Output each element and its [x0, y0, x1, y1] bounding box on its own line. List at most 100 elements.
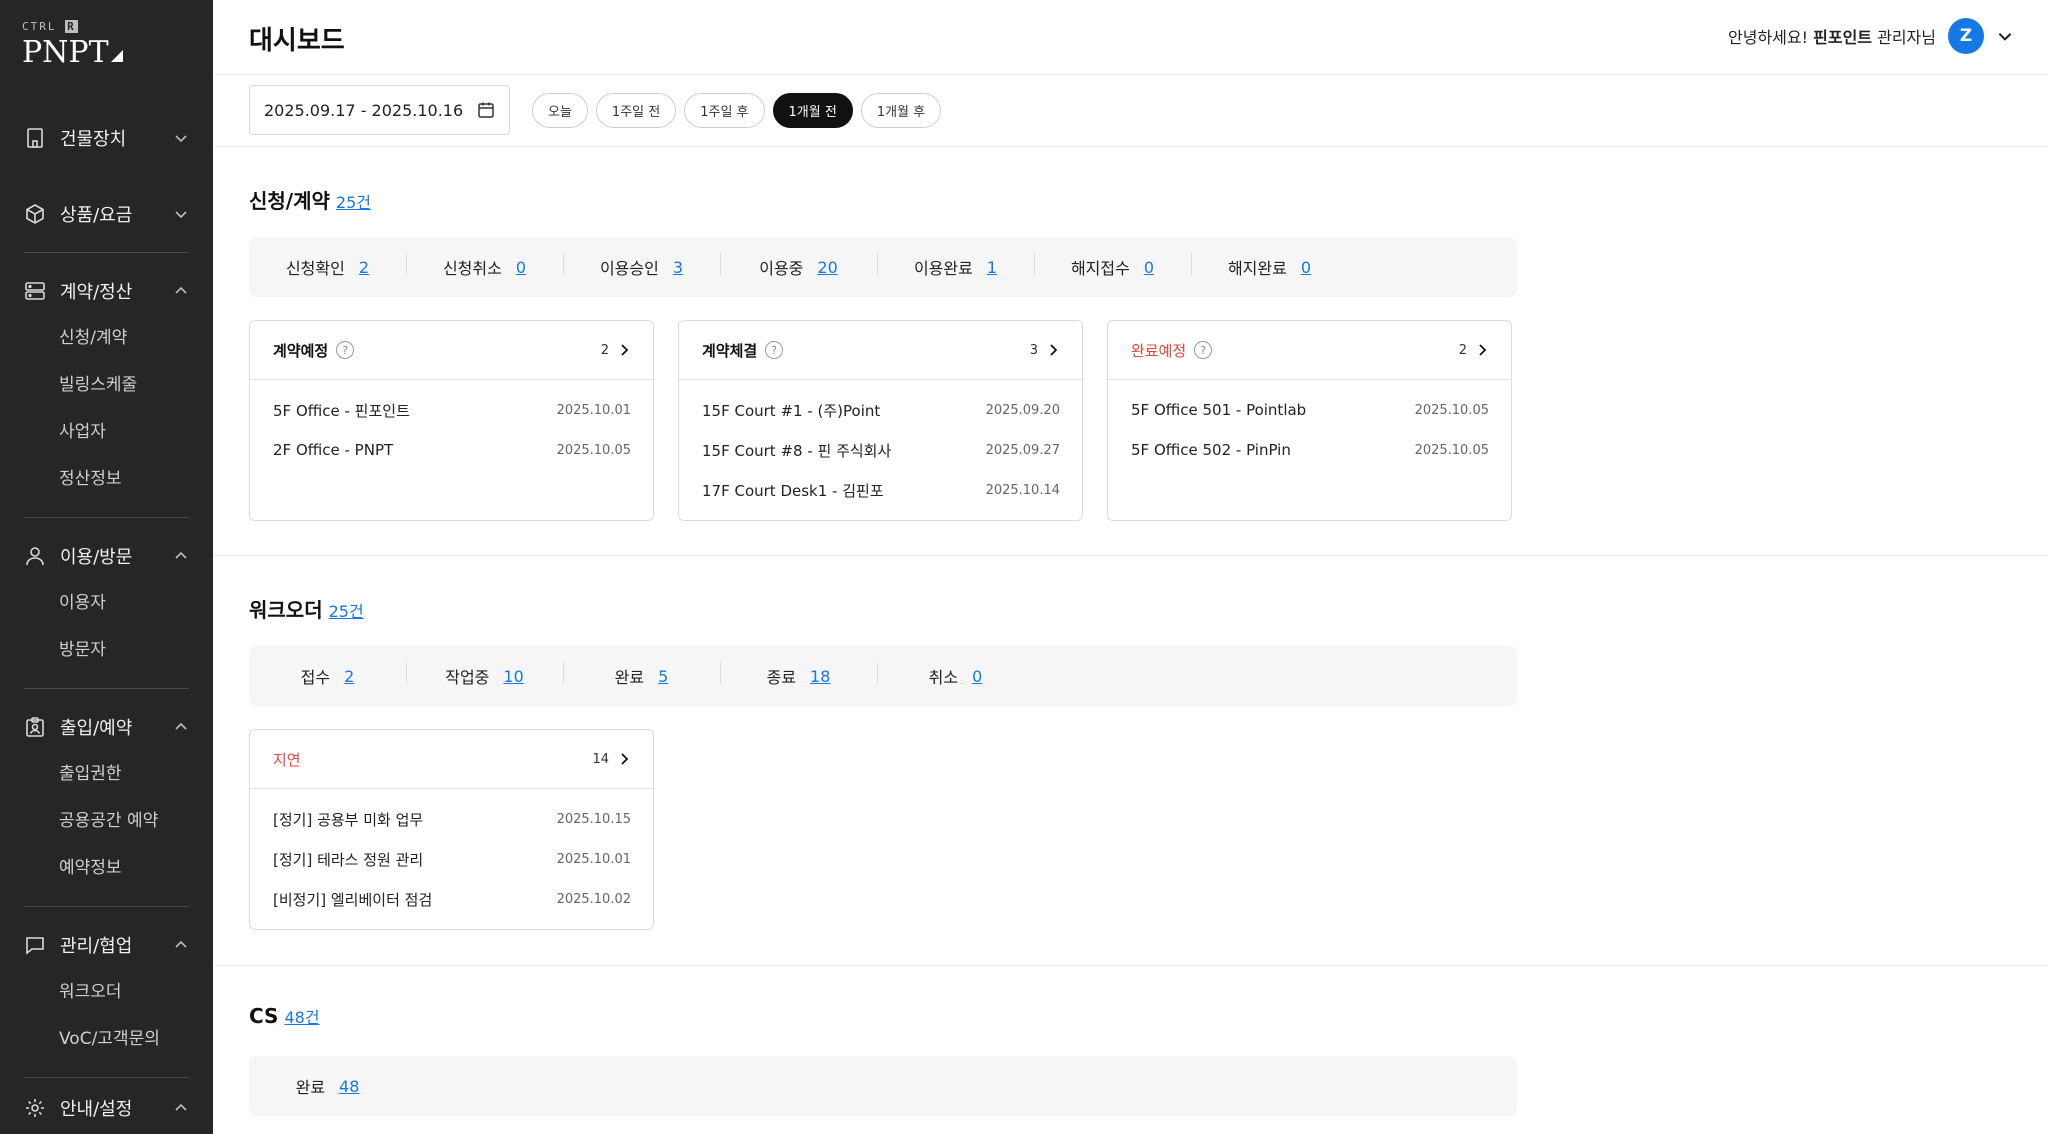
cs-stats: 완료 48 [249, 1056, 1517, 1116]
chip-today[interactable]: 오늘 [532, 93, 588, 128]
workorder-stats: 접수 2 작업중 10 완료 5 종료 18 취소 0 [249, 646, 1517, 706]
sidebar: CTRL R PNPT 건물장치 상품/요금 계약/정산 신청/계약 빌링스케줄… [0, 0, 213, 1134]
card-completion-scheduled: 완료예정 ? 2 5F Office 501 - Pointlab 2025.10… [1107, 320, 1512, 521]
sidebar-item-reservation-info[interactable]: 예약정보 [0, 845, 213, 892]
card-header[interactable]: 계약예정 ? 2 [250, 321, 653, 380]
avatar[interactable]: Z [1948, 18, 1984, 54]
stat-value-link[interactable]: 10 [503, 667, 523, 686]
card-header[interactable]: 지연 14 [250, 730, 653, 789]
stat-value-link[interactable]: 1 [987, 258, 997, 277]
building-icon [22, 125, 48, 151]
nav-label: 출입/예약 [60, 718, 133, 739]
stat-value-link[interactable]: 2 [359, 258, 369, 277]
chip-1month-before[interactable]: 1개월 전 [772, 93, 853, 128]
section-contracts: 신청/계약 25건 신청확인 2 신청취소 0 이용승인 3 이용중 20 이용완료 1 해… [213, 147, 2048, 555]
chip-1week-after[interactable]: 1주일 후 [684, 93, 765, 128]
nav-group-usage: 이용/방문 이용자 방문자 [0, 518, 213, 688]
top-header: 대시보드 안녕하세요! 핀포인트 관리자님 Z [213, 0, 2048, 75]
stat-item: 이용중 20 [720, 253, 877, 279]
sidebar-item-users[interactable]: 이용자 [0, 580, 213, 627]
date-range-picker[interactable]: 2025.09.17 - 2025.10.16 [249, 85, 510, 135]
brand-main: PNPT [22, 35, 123, 70]
sidebar-item-business[interactable]: 사업자 [0, 409, 213, 456]
help-icon[interactable]: ? [765, 341, 784, 359]
chevron-right-icon [621, 753, 629, 765]
stat-value-link[interactable]: 0 [1144, 258, 1154, 277]
stat-item: 신청확인 2 [285, 257, 370, 279]
stat-value-link[interactable]: 18 [810, 667, 830, 686]
brand-logo[interactable]: CTRL R PNPT [22, 20, 123, 70]
nav-head-product[interactable]: 상품/요금 [0, 176, 213, 252]
stat-item: 이용완료 1 [877, 253, 1034, 279]
sidebar-item-settlement[interactable]: 정산정보 [0, 456, 213, 503]
card-count: 2 [600, 342, 609, 358]
sidebar-item-space-reservation[interactable]: 공용공간 예약 [0, 798, 213, 845]
stat-item: 완료 5 [563, 662, 720, 688]
section-count-link[interactable]: 48건 [284, 1004, 319, 1028]
user-name: 핀포인트 [1813, 28, 1873, 47]
stat-item: 작업중 10 [406, 662, 563, 688]
list-item[interactable]: 17F Court Desk1 - 김핀포 2025.10.14 [702, 470, 1060, 510]
card-count: 14 [592, 751, 609, 767]
help-icon[interactable]: ? [1194, 341, 1213, 359]
card-title: 계약체결 [702, 341, 758, 360]
stat-value-link[interactable]: 0 [516, 258, 526, 277]
sidebar-item-voc[interactable]: VoC/고객문의 [0, 1016, 213, 1063]
chip-1month-after[interactable]: 1개월 후 [860, 93, 942, 128]
gear-icon [22, 1095, 48, 1121]
list-item[interactable]: 5F Office 501 - Pointlab 2025.10.05 [1131, 390, 1489, 430]
stat-item: 해지접수 0 [1034, 253, 1191, 279]
list-item[interactable]: [비정기] 엘리베이터 점검 2025.10.02 [273, 879, 631, 919]
stat-item: 접수 2 [300, 666, 355, 688]
list-item[interactable]: [정기] 테라스 정원 관리 2025.10.01 [273, 839, 631, 879]
greeting: 안녕하세요! 핀포인트 관리자님 [1728, 28, 1936, 47]
nav-label: 이용/방문 [60, 547, 133, 568]
nav-head-building[interactable]: 건물장치 [0, 100, 213, 176]
section-workorders: 워크오더 25건 접수 2 작업중 10 완료 5 종료 18 취소 0 지연 14 [정기… [213, 556, 2048, 966]
sidebar-item-access-rights[interactable]: 출입권한 [0, 751, 213, 798]
date-range-value: 2025.09.17 - 2025.10.16 [264, 100, 464, 120]
list-item[interactable]: 5F Office - 핀포인트 2025.10.01 [273, 390, 631, 430]
chevron-up-icon [175, 940, 187, 948]
list-item[interactable]: 15F Court #1 - (주)Point 2025.09.20 [702, 390, 1060, 430]
card-count: 3 [1029, 342, 1038, 358]
stat-value-link[interactable]: 0 [972, 667, 982, 686]
stat-item: 종료 18 [720, 662, 877, 688]
chevron-down-icon[interactable] [1996, 27, 2014, 45]
stat-value-link[interactable]: 20 [817, 258, 837, 277]
server-icon [22, 278, 48, 304]
sidebar-item-workorder[interactable]: 워크오더 [0, 969, 213, 1016]
list-item[interactable]: 2F Office - PNPT 2025.10.05 [273, 430, 631, 470]
filter-bar: 2025.09.17 - 2025.10.16 오늘 1주일 전 1주일 후 1… [213, 75, 2048, 147]
sidebar-item-billing[interactable]: 빌링스케줄 [0, 362, 213, 409]
list-item[interactable]: 15F Court #8 - 핀 주식회사 2025.09.27 [702, 430, 1060, 470]
stat-value-link[interactable]: 3 [673, 258, 683, 277]
help-icon[interactable]: ? [336, 341, 355, 359]
card-title: 완료예정 [1131, 341, 1187, 360]
card-header[interactable]: 완료예정 ? 2 [1108, 321, 1511, 380]
user-menu[interactable]: 안녕하세요! 핀포인트 관리자님 Z [1728, 18, 2014, 54]
chip-1week-before[interactable]: 1주일 전 [595, 93, 677, 128]
chevron-right-icon [1479, 344, 1487, 356]
chevron-up-icon [175, 286, 187, 294]
nav-label: 관리/협업 [60, 936, 133, 957]
nav-head-settings[interactable]: 안내/설정 [0, 1078, 213, 1134]
contract-cards: 계약예정 ? 2 5F Office - 핀포인트 2025.10.01 2F O… [249, 320, 1536, 521]
section-cs: CS 48건 완료 48 [213, 966, 2048, 1134]
card-header[interactable]: 계약체결 ? 3 [679, 321, 1082, 380]
stat-value-link[interactable]: 48 [339, 1077, 359, 1096]
stat-value-link[interactable]: 2 [344, 667, 354, 686]
sidebar-item-visitors[interactable]: 방문자 [0, 627, 213, 674]
section-count-link[interactable]: 25건 [336, 189, 371, 213]
section-count-link[interactable]: 25건 [329, 598, 364, 622]
card-title: 지연 [273, 750, 301, 769]
nav-group-product: 상품/요금 [0, 176, 213, 252]
stat-value-link[interactable]: 0 [1301, 258, 1311, 277]
stat-value-link[interactable]: 5 [658, 667, 668, 686]
workorder-cards: 지연 14 [정기] 공용부 미화 업무 2025.10.15 [정기] 테라스 … [249, 729, 678, 930]
list-item[interactable]: 5F Office 502 - PinPin 2025.10.05 [1131, 430, 1489, 470]
page-title: 대시보드 [249, 26, 345, 56]
section-title: 워크오더 25건 [249, 598, 364, 622]
list-item[interactable]: [정기] 공용부 미화 업무 2025.10.15 [273, 799, 631, 839]
sidebar-item-application[interactable]: 신청/계약 [0, 315, 213, 362]
